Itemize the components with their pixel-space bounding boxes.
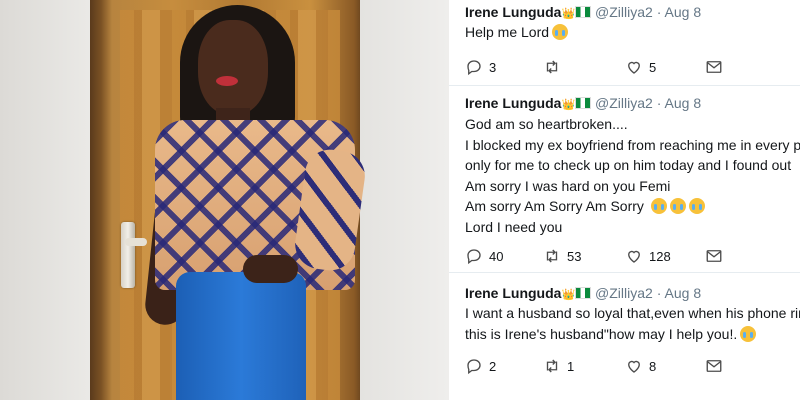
tweet-header: Irene Lunguda👑 @Zilliya2 · Aug 8 [465,94,701,114]
author-name[interactable]: Irene Lunguda [465,4,561,20]
retweet-button[interactable]: 53 [543,246,581,266]
crown-emoji-icon: 👑 [561,8,576,20]
tweet-date[interactable]: Aug 8 [665,4,702,20]
nigeria-flag-icon [575,97,592,109]
direct-message-button[interactable] [705,356,723,376]
tweet-actions: 40 53 128 [465,246,800,266]
tweet-date[interactable]: Aug 8 [665,285,702,301]
reply-icon [467,60,481,76]
envelope-icon [706,61,722,73]
heart-icon [628,61,640,74]
retweet-icon [546,359,558,373]
reply-button[interactable]: 40 [465,246,503,266]
author-name[interactable]: Irene Lunguda [465,285,561,301]
tweet-feed: Irene Lunguda👑 @Zilliya2 · Aug 8 Help me… [449,0,800,400]
crying-face-emoji-icon [552,24,569,40]
retweet-icon [546,249,558,263]
like-button[interactable]: 8 [625,356,656,376]
tweet-2[interactable]: Irene Lunguda👑 @Zilliya2 · Aug 8 God am … [449,86,800,273]
crying-face-emoji-icon [650,198,667,214]
woman-hand [243,255,298,283]
heart-icon [628,250,640,263]
tweet-actions: 2 1 8 [465,356,800,376]
author-handle[interactable]: @Zilliya2 [595,95,653,111]
retweet-icon [546,60,558,74]
nigeria-flag-icon [575,287,592,299]
blue-trousers [176,272,306,400]
crown-emoji-icon: 👑 [561,99,576,111]
tears-of-joy-emoji-icon [740,325,757,342]
author-name[interactable]: Irene Lunguda [465,95,561,111]
tweet-text: God am so heartbroken.... I blocked my e… [465,116,800,235]
tweet-date[interactable]: Aug 8 [665,95,702,111]
woman-lips [216,76,238,86]
author-handle[interactable]: @Zilliya2 [595,4,653,20]
wall [0,0,100,400]
tweet-1[interactable]: Irene Lunguda👑 @Zilliya2 · Aug 8 Help me… [449,0,800,86]
crying-face-emoji-icon [669,198,686,214]
tweet-3[interactable]: Irene Lunguda👑 @Zilliya2 · Aug 8 I want … [449,273,800,400]
like-button[interactable]: 5 [625,57,656,77]
wall-right [360,0,449,400]
direct-message-button[interactable] [705,246,723,266]
nigeria-flag-icon [575,6,592,18]
retweet-button[interactable] [543,57,567,77]
tweet-text: Help me Lord [465,22,800,43]
heart-icon [628,360,640,373]
envelope-icon [706,250,722,262]
like-button[interactable]: 128 [625,246,671,266]
door-handle [125,238,147,246]
reply-icon [467,359,481,375]
retweet-button[interactable]: 1 [543,356,574,376]
tweet-header: Irene Lunguda👑 @Zilliya2 · Aug 8 [465,3,701,23]
door-lock [121,222,135,288]
reply-icon [467,249,481,265]
reply-button[interactable]: 2 [465,356,496,376]
crying-face-emoji-icon [688,198,705,214]
crown-emoji-icon: 👑 [561,289,576,301]
tweet-header: Irene Lunguda👑 @Zilliya2 · Aug 8 [465,284,701,304]
reply-button[interactable]: 3 [465,57,496,77]
tweet-text: I want a husband so loyal that,even when… [465,305,800,342]
tweet-photo[interactable] [0,0,449,400]
tweet-actions: 3 5 [465,57,800,77]
author-handle[interactable]: @Zilliya2 [595,285,653,301]
envelope-icon [706,360,722,372]
woman-face [198,20,268,115]
direct-message-button[interactable] [705,57,723,77]
